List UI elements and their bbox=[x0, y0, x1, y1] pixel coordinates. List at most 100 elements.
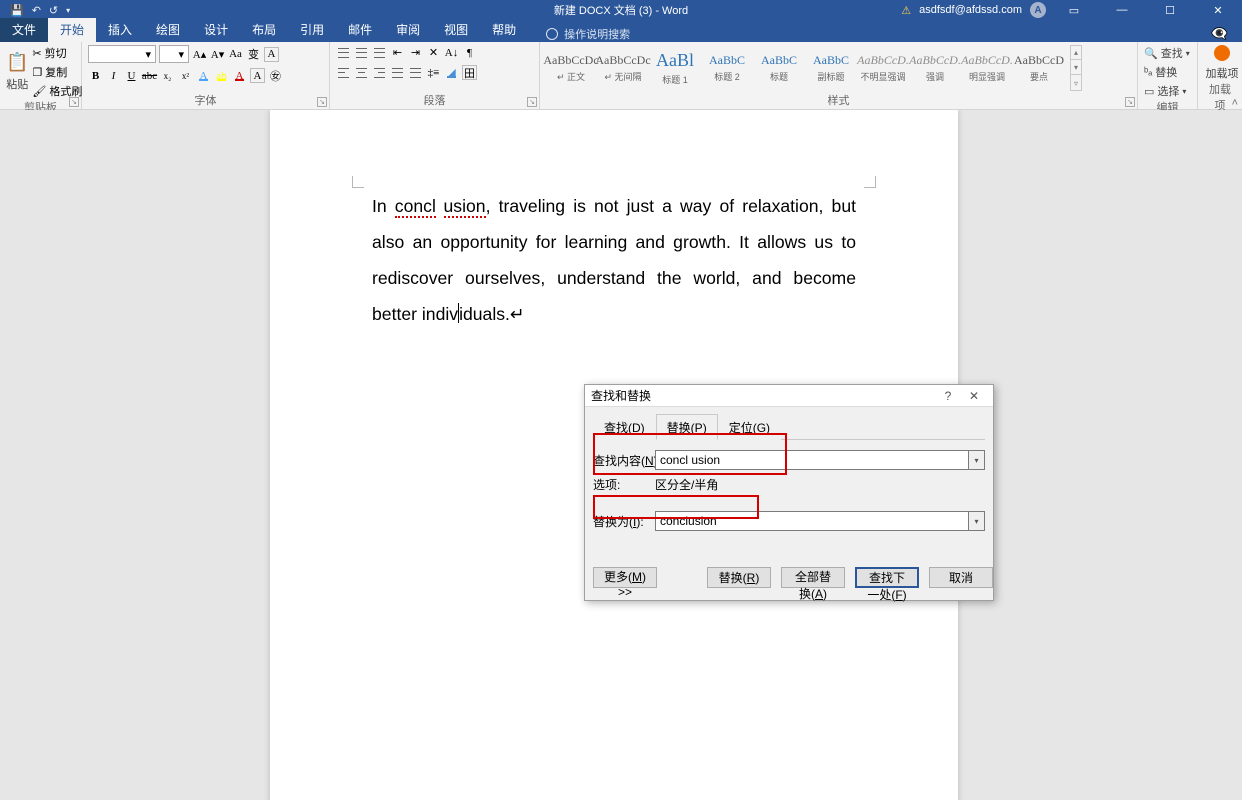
line-spacing-button[interactable]: ‡≡ bbox=[426, 65, 441, 80]
dialog-tab-goto[interactable]: 定位(G) bbox=[718, 414, 781, 440]
document-content[interactable]: In concl usion, traveling is not just a … bbox=[372, 188, 856, 332]
tab-references[interactable]: 引用 bbox=[288, 18, 336, 42]
grow-font-button[interactable]: A▴ bbox=[192, 47, 207, 62]
text-effects-button[interactable]: A bbox=[196, 68, 211, 83]
tab-file[interactable]: 文件 bbox=[0, 18, 48, 42]
font-size-combo[interactable]: ▾ bbox=[159, 45, 189, 63]
spelling-error[interactable]: usion bbox=[444, 196, 486, 218]
font-dialog-launcher[interactable]: ↘ bbox=[317, 97, 327, 107]
underline-button[interactable]: U bbox=[124, 68, 139, 83]
tab-view[interactable]: 视图 bbox=[432, 18, 480, 42]
clipboard-dialog-launcher[interactable]: ↘ bbox=[69, 97, 79, 107]
find-button[interactable]: 🔍查找▾ bbox=[1144, 45, 1191, 61]
spelling-error[interactable]: concl bbox=[395, 196, 436, 218]
shading-button[interactable]: ◢ bbox=[444, 65, 459, 80]
select-button[interactable]: ▭选择▾ bbox=[1144, 83, 1191, 99]
style-item[interactable]: AaBbCcD.强调 bbox=[910, 45, 960, 91]
style-item[interactable]: AaBbCcDc↵ 无间隔 bbox=[598, 45, 648, 91]
change-case-button[interactable]: Aa bbox=[228, 47, 243, 62]
font-color-button[interactable]: A bbox=[232, 68, 247, 83]
dialog-tab-replace[interactable]: 替换(P) bbox=[656, 414, 718, 440]
distributed-button[interactable] bbox=[408, 65, 423, 80]
dialog-help-button[interactable]: ? bbox=[935, 389, 961, 403]
asian-layout-button[interactable]: ✕ bbox=[426, 45, 441, 60]
replace-one-button[interactable]: 替换(R) bbox=[707, 567, 771, 588]
style-item[interactable]: AaBbC标题 2 bbox=[702, 45, 752, 91]
collapse-ribbon-icon[interactable]: ˄ bbox=[1232, 97, 1238, 109]
replace-dropdown-icon[interactable]: ▾ bbox=[969, 511, 985, 531]
find-what-input[interactable] bbox=[655, 450, 969, 470]
align-right-button[interactable] bbox=[372, 65, 387, 80]
highlight-button[interactable]: ab bbox=[214, 68, 229, 83]
tell-me-search[interactable]: 操作说明搜索 bbox=[528, 26, 630, 42]
account-email[interactable]: asdfsdf@afdssd.com bbox=[919, 4, 1022, 16]
share-icon[interactable]: 👁‍🗨 bbox=[1211, 25, 1242, 42]
italic-button[interactable]: I bbox=[106, 68, 121, 83]
tab-home[interactable]: 开始 bbox=[48, 18, 96, 42]
style-item[interactable]: AaBbCcD.明显强调 bbox=[962, 45, 1012, 91]
sort-button[interactable]: A↓ bbox=[444, 45, 459, 60]
tab-mailings[interactable]: 邮件 bbox=[336, 18, 384, 42]
align-left-button[interactable] bbox=[336, 65, 351, 80]
save-icon[interactable]: 💾 bbox=[10, 4, 24, 17]
avatar[interactable]: A bbox=[1030, 2, 1046, 18]
tab-layout[interactable]: 布局 bbox=[240, 18, 288, 42]
paste-button[interactable]: 📋 粘贴 bbox=[6, 45, 28, 99]
styles-scroll[interactable]: ▴▾▿ bbox=[1070, 45, 1082, 91]
find-next-button[interactable]: 查找下一处(F) bbox=[855, 567, 919, 588]
tab-review[interactable]: 审阅 bbox=[384, 18, 432, 42]
increase-indent-button[interactable]: ⇥ bbox=[408, 45, 423, 60]
minimize-button[interactable]: ― bbox=[1102, 0, 1142, 20]
style-label: 要点 bbox=[1030, 70, 1048, 83]
align-center-button[interactable] bbox=[354, 65, 369, 80]
bullets-button[interactable] bbox=[336, 45, 351, 60]
ribbon-display-icon[interactable]: ▭ bbox=[1054, 0, 1094, 20]
close-button[interactable]: ✕ bbox=[1198, 0, 1238, 20]
shrink-font-button[interactable]: A▾ bbox=[210, 47, 225, 62]
superscript-button[interactable]: x² bbox=[178, 68, 193, 83]
warning-icon[interactable]: ⚠ bbox=[901, 4, 911, 17]
bold-button[interactable]: B bbox=[88, 68, 103, 83]
style-item[interactable]: AaBbCcDc↵ 正文 bbox=[546, 45, 596, 91]
char-border-button[interactable]: A bbox=[264, 47, 279, 62]
styles-dialog-launcher[interactable]: ↘ bbox=[1125, 97, 1135, 107]
copy-button[interactable]: ❐复制 bbox=[32, 64, 82, 80]
paragraph-dialog-launcher[interactable]: ↘ bbox=[527, 97, 537, 107]
find-dropdown-icon[interactable]: ▾ bbox=[969, 450, 985, 470]
undo-icon[interactable]: ↶ bbox=[32, 4, 41, 17]
replace-with-input[interactable] bbox=[655, 511, 969, 531]
cancel-button[interactable]: 取消 bbox=[929, 567, 993, 588]
show-marks-button[interactable]: ¶ bbox=[462, 45, 477, 60]
strikethrough-button[interactable]: abc bbox=[142, 68, 157, 83]
maximize-button[interactable]: ☐ bbox=[1150, 0, 1190, 20]
phonetic-guide-button[interactable]: 变 bbox=[246, 47, 261, 62]
style-item[interactable]: AaBbCcD.不明显强调 bbox=[858, 45, 908, 91]
more-button[interactable]: 更多(M) >> bbox=[593, 567, 657, 588]
replace-all-button[interactable]: 全部替换(A) bbox=[781, 567, 845, 588]
font-name-combo[interactable]: ▾ bbox=[88, 45, 156, 63]
replace-button[interactable]: ᵇₐ替换 bbox=[1144, 64, 1191, 80]
style-item[interactable]: AaBbCcD要点 bbox=[1014, 45, 1064, 91]
style-item[interactable]: AaBbC副标题 bbox=[806, 45, 856, 91]
tab-design[interactable]: 设计 bbox=[192, 18, 240, 42]
tab-help[interactable]: 帮助 bbox=[480, 18, 528, 42]
cut-button[interactable]: ✂剪切 bbox=[32, 45, 82, 61]
style-item[interactable]: AaBbC标题 bbox=[754, 45, 804, 91]
style-preview: AaBbCcDc bbox=[595, 53, 650, 68]
char-shading-button[interactable]: A bbox=[250, 68, 265, 83]
numbering-button[interactable] bbox=[354, 45, 369, 60]
style-item[interactable]: AaBl标题 1 bbox=[650, 45, 700, 91]
tab-insert[interactable]: 插入 bbox=[96, 18, 144, 42]
qat-dropdown-icon[interactable]: ▾ bbox=[66, 6, 70, 15]
tab-draw[interactable]: 绘图 bbox=[144, 18, 192, 42]
redo-icon[interactable]: ↺ bbox=[49, 4, 58, 17]
addins-button[interactable]: 加载项 bbox=[1204, 45, 1240, 81]
enclose-char-button[interactable]: ㊛ bbox=[268, 68, 283, 83]
borders-button[interactable]: 田 bbox=[462, 65, 477, 80]
dialog-close-button[interactable]: ✕ bbox=[961, 389, 987, 403]
decrease-indent-button[interactable]: ⇤ bbox=[390, 45, 405, 60]
subscript-button[interactable]: x₂ bbox=[160, 68, 175, 83]
dialog-tab-find[interactable]: 查找(D) bbox=[593, 414, 656, 440]
multilevel-list-button[interactable] bbox=[372, 45, 387, 60]
justify-button[interactable] bbox=[390, 65, 405, 80]
